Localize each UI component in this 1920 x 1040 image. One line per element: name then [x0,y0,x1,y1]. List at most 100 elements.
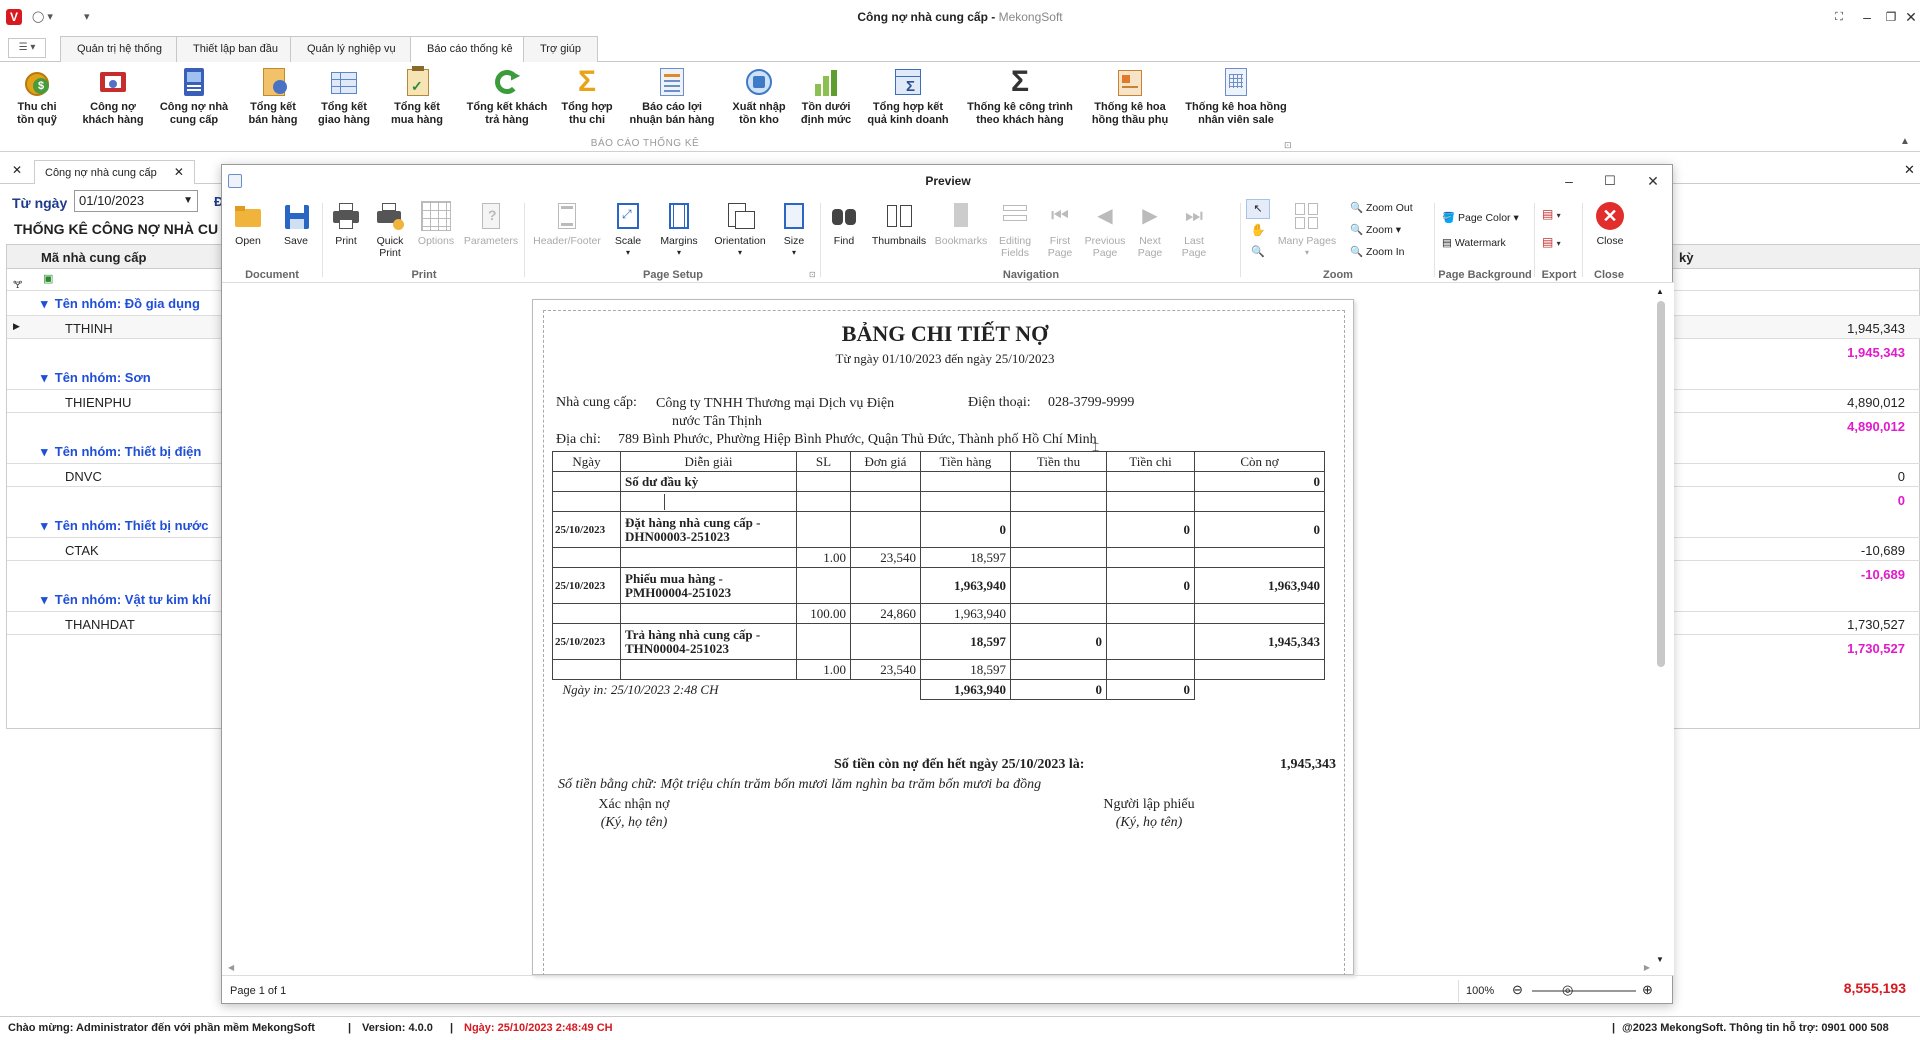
table-row: Số dư đầu kỳ 0 [552,471,1325,492]
magnifier-tool-icon[interactable]: 🔍 [1246,245,1270,263]
preview-minimize-button[interactable]: – [1554,171,1584,191]
margins-icon [664,201,694,231]
orientation-button[interactable]: Orientation ▾ [708,201,772,259]
zoom-dropdown[interactable]: 🔍 Zoom ▾ [1350,223,1401,236]
page-setup-launcher-icon[interactable]: ⊡ [809,270,816,279]
vertical-scrollbar[interactable]: ▲ ▼ [1654,287,1668,967]
scroll-thumb[interactable] [1657,301,1665,667]
scroll-up-icon[interactable]: ▲ [1656,287,1664,296]
tab-tro-giup[interactable]: Trợ giúp [523,36,599,62]
zoom-out-button[interactable]: 🔍 Zoom Out [1350,201,1413,214]
parameters-icon: ? [476,201,506,231]
from-date-input[interactable]: 01/10/2023 ▼ [74,190,198,212]
ribbon-btn-tong-ket-ban-hang[interactable]: Tổng kết bán hàng [234,66,312,127]
find-button[interactable]: Find [824,201,864,247]
next-page-button[interactable]: ▶ Next Page [1130,201,1170,259]
close-preview-button[interactable]: ✕ Close [1588,201,1632,247]
ribbon-label: Thống kê hoa hồng nhân viên sale [1185,101,1287,126]
preview-close-window-button[interactable]: ✕ [1638,171,1668,191]
close-document-icon[interactable]: ✕ [1904,162,1915,178]
col-header-balance[interactable]: kỳ [1679,250,1693,265]
ribbon-btn-tong-ket-giao-hang[interactable]: Tổng kết giao hàng [305,66,383,127]
doc-tab-cong-no-ncc[interactable]: Công nợ nhà cung cấp ✕ [34,160,195,184]
first-page-button[interactable]: ⏮ First Page [1040,201,1080,259]
horizontal-scrollbar[interactable]: ◀ ▶ [226,963,1652,974]
save-button[interactable]: Save [276,201,316,247]
options-button[interactable]: Options [414,201,458,247]
preview-canvas[interactable]: BẢNG CHI TIẾT NỢ Từ ngày 01/10/2023 đến … [222,283,1674,976]
page-color-dropdown[interactable]: 🪣 Page Color ▾ [1442,211,1519,224]
ribbon-btn-thong-ke-cong-trinh[interactable]: Σ Thống kê công trình theo khách hàng [962,66,1078,127]
close-window-button[interactable]: ✕ [1896,6,1920,28]
tab-bao-cao-thong-ke[interactable]: Báo cáo thống kê [410,36,530,63]
ribbon-btn-thong-ke-hoa-hong-thau-phu[interactable]: Thống kê hoa hồng thầu phụ [1082,66,1178,127]
close-tab-icon[interactable]: ✕ [174,165,184,179]
editing-fields-button[interactable]: Editing Fields [992,201,1038,259]
cash-coins-icon: $ [21,66,53,98]
ribbon-btn-tong-hop-ket-qua-kinh-doanh[interactable]: Σ Tổng hợp kết quả kinh doanh [858,66,958,127]
zoom-in-button[interactable]: 🔍 Zoom In [1350,245,1405,258]
ribbon-btn-thu-chi-ton-quy[interactable]: $ Thu chi tồn quỹ [0,66,76,127]
many-pages-button[interactable]: Many Pages ▾ [1276,201,1338,259]
scroll-right-icon[interactable]: ▶ [1644,963,1650,972]
ribbon-btn-cong-no-nha-cung-cap[interactable]: Công nợ nhà cung cấp [155,66,233,127]
ribbon-btn-cong-no-khach-hang[interactable]: Công nợ khách hàng [74,66,152,127]
ribbon-btn-tong-ket-khach-tra-hang[interactable]: ▶ Tổng kết khách trả hàng [457,66,557,127]
table-header-row: Ngày Diễn giải SL Đơn giá Tiền hàng Tiền thu… [552,451,1325,472]
scroll-left-icon[interactable]: ◀ [228,963,234,972]
thumbnails-button[interactable]: Thumbnails [868,201,930,247]
watermark-button[interactable]: ▤ Watermark [1442,237,1506,249]
status-welcome: Chào mừng: Administrator đến với phần mề… [8,1022,315,1034]
col-header-supplier[interactable]: Mã nhà cung cấp [41,250,146,265]
report-page-margin: BẢNG CHI TIẾT NỢ Từ ngày 01/10/2023 đến … [543,310,1345,976]
zoom-in-icon: 🔍 [1350,246,1364,258]
tab-thiet-lap-ban-dau[interactable]: Thiết lập ban đầu [176,36,296,62]
tab-quan-ly-nghiep-vu[interactable]: Quản lý nghiệp vụ [290,36,413,62]
amount-in-words: Số tiền bằng chữ: Một triệu chín trăm bố… [558,777,1042,792]
phone-value: 028-3799-9999 [1048,395,1135,410]
ribbon-collapse-icon[interactable]: ▲ [1900,136,1910,147]
zoom-slider-thumb[interactable]: ◎ [1562,982,1573,998]
hand-tool-icon[interactable]: ✋ [1246,223,1270,241]
menu-toggle-button[interactable]: ☰ ▾ [8,38,46,58]
folder-open-icon [233,201,263,231]
ribbon-btn-ton-duoi-dinh-muc[interactable]: Tồn dưới định mức [787,66,865,127]
print-button[interactable]: Print [324,201,368,247]
phone-label: Điện thoại: [968,395,1031,410]
ribbon-btn-bao-cao-loi-nhuan[interactable]: Báo cáo lợi nhuận bán hàng [622,66,722,127]
close-all-tabs-icon[interactable]: ✕ [12,163,22,177]
ribbon-label: Thống kê công trình theo khách hàng [967,101,1073,126]
sign-right-title: Người lập phiếu [1103,797,1195,812]
ribbon-btn-tong-hop-thu-chi[interactable]: Σ Tổng hợp thu chi [548,66,626,127]
open-button[interactable]: Open [228,201,268,247]
bookmarks-button[interactable]: Bookmarks [932,201,990,247]
fullscreen-icon[interactable]: ⛶ [1824,6,1854,28]
watermark-icon: ▤ [1442,237,1452,249]
paint-bucket-icon: 🪣 [1442,212,1456,224]
status-version: Version: 4.0.0 [362,1022,433,1034]
ribbon-btn-thong-ke-hoa-hong-nhan-vien[interactable]: Thống kê hoa hồng nhân viên sale [1180,66,1292,127]
last-page-button[interactable]: ⏭ Last Page [1174,201,1214,259]
ribbon-dialog-launcher-icon[interactable]: ⊡ [1284,140,1292,151]
tab-quan-tri-he-thong[interactable]: Quản trị hệ thống [60,36,180,62]
zoom-plus-button[interactable]: ⊕ [1642,982,1653,998]
pointer-tool-icon[interactable]: ↖ [1246,199,1270,219]
parameters-button[interactable]: ? Parameters [462,201,520,247]
send-email-icon[interactable]: ▤ ▾ [1542,235,1561,249]
table-row: 1.00 23,540 18,597 [552,659,1325,680]
zoom-out-icon: 🔍 [1350,202,1364,214]
preview-status-bar: Page 1 of 1 100% ⊖ ◎ ⊕ [222,975,1674,1005]
previous-page-button[interactable]: ◀ Previous Page [1082,201,1128,259]
scroll-down-icon[interactable]: ▼ [1656,955,1664,964]
ribbon-btn-tong-ket-mua-hang[interactable]: ✓ Tổng kết mua hàng [378,66,456,127]
margins-button[interactable]: Margins ▾ [654,201,704,259]
export-icon[interactable]: ▤ ▾ [1542,207,1561,221]
zoom-minus-button[interactable]: ⊖ [1512,982,1523,998]
scale-button[interactable]: ⤢ Scale ▾ [606,201,650,259]
header-footer-button[interactable]: Header/Footer [530,201,604,247]
report-heading: THỐNG KÊ CÔNG NỢ NHÀ CU [14,221,219,237]
zoom-slider[interactable] [1532,990,1636,992]
size-button[interactable]: Size ▾ [774,201,814,259]
quick-print-button[interactable]: Quick Print [370,201,410,259]
preview-maximize-button[interactable]: ☐ [1595,171,1625,191]
